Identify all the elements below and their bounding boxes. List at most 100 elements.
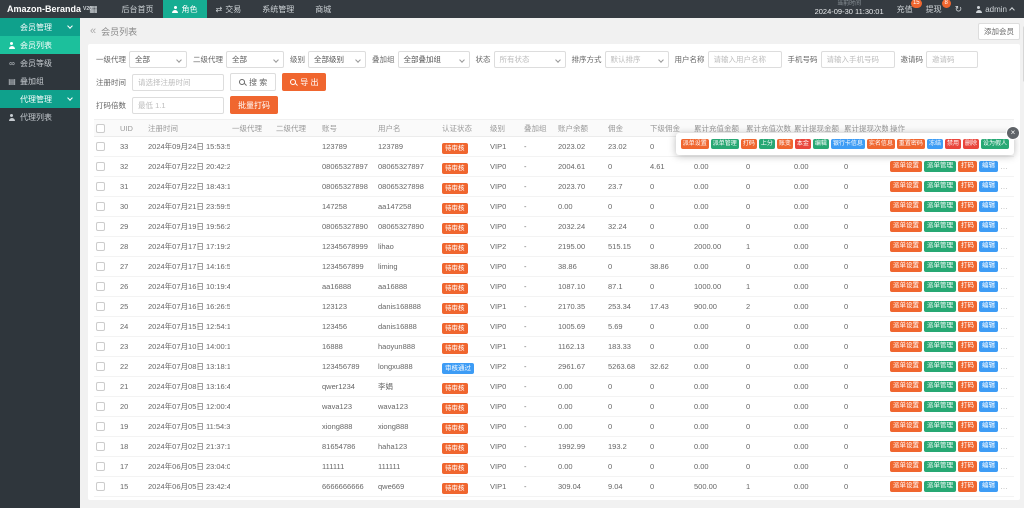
dispatch-manage-button[interactable]: 派单管理 — [924, 281, 956, 292]
back-icon[interactable]: « — [90, 25, 96, 37]
filter-input[interactable] — [708, 51, 782, 68]
dispatch-setting-button[interactable]: 派单设置 — [890, 381, 922, 392]
row-checkbox[interactable] — [96, 362, 105, 371]
row-checkbox[interactable] — [96, 422, 105, 431]
more-actions-icon[interactable]: … — [1000, 462, 1009, 471]
dispatch-setting-button[interactable]: 派单设置 — [890, 221, 922, 232]
edit-button[interactable]: 编辑 — [979, 421, 998, 432]
dispatch-manage-button[interactable]: 派单管理 — [924, 381, 956, 392]
dispatch-setting-button[interactable]: 派单设置 — [890, 181, 922, 192]
dispatch-setting-button[interactable]: 派单设置 — [890, 441, 922, 452]
more-actions-icon[interactable]: … — [1000, 422, 1009, 431]
dama-button[interactable]: 打码 — [958, 341, 977, 352]
edit-button[interactable]: 编辑 — [979, 301, 998, 312]
filter-input[interactable] — [926, 51, 978, 68]
dama-button[interactable]: 打码 — [958, 401, 977, 412]
more-actions-icon[interactable]: … — [1000, 162, 1009, 171]
popup-action-button[interactable]: 冻结 — [927, 139, 943, 149]
nav-item[interactable]: 后台首页 — [110, 0, 163, 18]
row-checkbox[interactable] — [96, 222, 105, 231]
popup-action-button[interactable]: 打码 — [741, 139, 757, 149]
dispatch-setting-button[interactable]: 派单设置 — [890, 421, 922, 432]
edit-button[interactable]: 编辑 — [979, 161, 998, 172]
popup-action-button[interactable]: 编辑 — [813, 139, 829, 149]
edit-button[interactable]: 编辑 — [979, 321, 998, 332]
dispatch-manage-button[interactable]: 派单管理 — [924, 181, 956, 192]
popup-action-button[interactable]: 设为假人 — [981, 139, 1009, 149]
dispatch-manage-button[interactable]: 派单管理 — [924, 201, 956, 212]
row-checkbox[interactable] — [96, 142, 105, 151]
refresh-icon[interactable]: ↻ — [955, 4, 963, 15]
dama-button[interactable]: 打码 — [958, 361, 977, 372]
add-member-button[interactable]: 添加会员 — [978, 23, 1020, 40]
dispatch-setting-button[interactable]: 派单设置 — [890, 261, 922, 272]
more-actions-icon[interactable]: … — [1000, 262, 1009, 271]
sidebar-item[interactable]: 叠加组 — [0, 72, 80, 90]
dama-button[interactable]: 打码 — [958, 261, 977, 272]
dama-button[interactable]: 打码 — [958, 241, 977, 252]
filter-select[interactable]: 所有状态 — [494, 51, 566, 68]
dama-button[interactable]: 打码 — [958, 321, 977, 332]
nav-item[interactable] — [80, 0, 110, 18]
dama-button[interactable]: 打码 — [958, 201, 977, 212]
dama-button[interactable]: 打码 — [958, 441, 977, 452]
filter-select[interactable]: 全部 — [129, 51, 187, 68]
edit-button[interactable]: 编辑 — [979, 341, 998, 352]
edit-button[interactable]: 编辑 — [979, 261, 998, 272]
more-actions-icon[interactable]: … — [1000, 222, 1009, 231]
more-actions-icon[interactable]: … — [1000, 342, 1009, 351]
dispatch-manage-button[interactable]: 派单管理 — [924, 461, 956, 472]
nav-item[interactable]: 角色 — [163, 0, 207, 18]
dama-button[interactable]: 打码 — [958, 221, 977, 232]
export-button[interactable]: 导 出 — [282, 73, 326, 91]
dispatch-manage-button[interactable]: 派单管理 — [924, 481, 956, 492]
edit-button[interactable]: 编辑 — [979, 441, 998, 452]
sidebar-item[interactable]: 代理列表 — [0, 108, 80, 126]
close-icon[interactable]: × — [1007, 127, 1019, 139]
dispatch-manage-button[interactable]: 派单管理 — [924, 421, 956, 432]
popup-action-button[interactable]: 禁用 — [945, 139, 961, 149]
more-actions-icon[interactable]: … — [1000, 182, 1009, 191]
edit-button[interactable]: 编辑 — [979, 221, 998, 232]
row-checkbox[interactable] — [96, 182, 105, 191]
row-checkbox[interactable] — [96, 202, 105, 211]
dama-button[interactable]: 打码 — [958, 381, 977, 392]
dama-button[interactable]: 打码 — [958, 281, 977, 292]
popup-action-button[interactable]: 重置密码 — [897, 139, 925, 149]
nav-item[interactable]: 商城 — [303, 0, 340, 18]
popup-action-button[interactable]: 派单管理 — [711, 139, 739, 149]
dispatch-manage-button[interactable]: 派单管理 — [924, 161, 956, 172]
register-time-input[interactable] — [132, 74, 224, 91]
filter-input[interactable] — [821, 51, 895, 68]
dispatch-setting-button[interactable]: 派单设置 — [890, 401, 922, 412]
row-checkbox[interactable] — [96, 282, 105, 291]
row-checkbox[interactable] — [96, 382, 105, 391]
dama-button[interactable]: 打码 — [958, 301, 977, 312]
row-checkbox[interactable] — [96, 302, 105, 311]
edit-button[interactable]: 编辑 — [979, 361, 998, 372]
more-actions-icon[interactable]: … — [1000, 282, 1009, 291]
dispatch-manage-button[interactable]: 派单管理 — [924, 261, 956, 272]
dispatch-manage-button[interactable]: 派单管理 — [924, 301, 956, 312]
multiplier-input[interactable] — [132, 97, 224, 114]
dispatch-manage-button[interactable]: 派单管理 — [924, 321, 956, 332]
edit-button[interactable]: 编辑 — [979, 381, 998, 392]
popup-action-button[interactable]: 账变 — [777, 139, 793, 149]
row-checkbox[interactable] — [96, 262, 105, 271]
popup-action-button[interactable]: 银行卡信息 — [831, 139, 865, 149]
sidebar-item[interactable]: 代理管理 — [0, 90, 80, 108]
row-checkbox[interactable] — [96, 442, 105, 451]
dama-button[interactable]: 打码 — [958, 421, 977, 432]
dama-button[interactable]: 打码 — [958, 481, 977, 492]
filter-select[interactable]: 全部 — [226, 51, 284, 68]
dispatch-manage-button[interactable]: 派单管理 — [924, 221, 956, 232]
dispatch-setting-button[interactable]: 派单设置 — [890, 301, 922, 312]
dispatch-manage-button[interactable]: 派单管理 — [924, 341, 956, 352]
more-actions-icon[interactable]: … — [1000, 402, 1009, 411]
dispatch-setting-button[interactable]: 派单设置 — [890, 161, 922, 172]
select-all-checkbox[interactable] — [96, 124, 105, 133]
dispatch-setting-button[interactable]: 派单设置 — [890, 481, 922, 492]
popup-action-button[interactable]: 实名信息 — [867, 139, 895, 149]
sidebar-item[interactable]: 会员管理 — [0, 18, 80, 36]
row-checkbox[interactable] — [96, 402, 105, 411]
